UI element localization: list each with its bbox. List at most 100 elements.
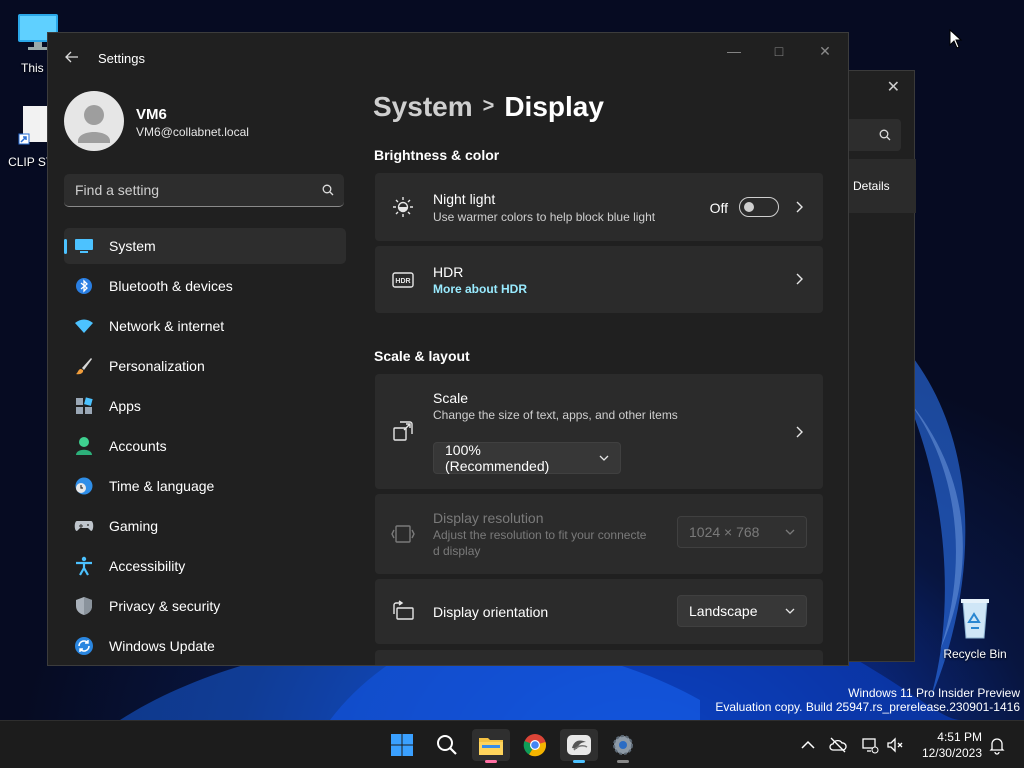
gamepad-icon (73, 515, 95, 537)
night-light-icon (393, 197, 413, 217)
clock-time: 4:51 PM (937, 730, 982, 744)
page-title: Display (504, 91, 604, 122)
orientation-title: Display orientation (433, 604, 549, 620)
mouse-cursor-icon (949, 29, 963, 49)
avatar[interactable] (64, 91, 124, 151)
sidebar-item-gaming[interactable]: Gaming (64, 508, 346, 544)
hdr-icon: HDR (392, 272, 414, 288)
night-light-state: Off (709, 200, 728, 216)
scale-subtitle: Change the size of text, apps, and other… (433, 408, 678, 422)
file-explorer-icon[interactable] (472, 729, 510, 763)
watermark-line1: Windows 11 Pro Insider Preview (848, 686, 1020, 700)
sidebar-item-label: Time & language (109, 478, 215, 494)
sidebar-item-label: Windows Update (109, 638, 215, 654)
scale-icon (393, 421, 413, 441)
sidebar-item-label: Privacy & security (109, 598, 221, 614)
chevron-down-icon (774, 606, 806, 616)
sidebar-item-time-language[interactable]: Time & language (64, 468, 346, 504)
sidebar-item-bluetooth[interactable]: Bluetooth & devices (64, 268, 346, 304)
svg-text:HDR: HDR (395, 278, 410, 285)
resolution-value: 1024 × 768 (689, 524, 760, 540)
resolution-subtitle-line1: Adjust the resolution to fit your connec… (433, 528, 647, 542)
person-avatar-icon (78, 105, 110, 143)
background-search-box[interactable] (841, 119, 901, 151)
window-title: Settings (98, 51, 145, 66)
hdr-card[interactable]: HDR HDR More about HDR (375, 246, 823, 313)
watermark-line2: Evaluation copy. Build 25947.rs_prerelea… (715, 700, 1020, 714)
close-icon[interactable]: ✕ (887, 77, 900, 97)
running-indicator (573, 760, 585, 763)
system-monitor-icon (73, 235, 95, 257)
user-name: VM6 (136, 106, 167, 123)
scale-card[interactable]: Scale Change the size of text, apps, and… (375, 374, 823, 489)
clock[interactable]: 4:51 PM 12/30/2023 (922, 729, 982, 761)
sidebar-item-system[interactable]: System (64, 228, 346, 264)
minimize-icon[interactable]: — (724, 43, 744, 63)
resolution-icon (391, 525, 415, 543)
close-icon[interactable]: ✕ (815, 43, 835, 63)
night-light-subtitle: Use warmer colors to help block blue lig… (433, 210, 656, 224)
sidebar-item-label: Accessibility (109, 558, 186, 574)
sidebar-item-windows-update[interactable]: Windows Update (64, 628, 346, 664)
chevron-down-icon (588, 453, 620, 463)
network-offline-icon[interactable] (860, 735, 880, 755)
sidebar-item-apps[interactable]: Apps (64, 388, 346, 424)
next-setting-card[interactable] (375, 650, 823, 665)
sidebar-item-accessibility[interactable]: Accessibility (64, 548, 346, 584)
section-heading-brightness: Brightness & color (374, 147, 500, 163)
search-icon (879, 129, 891, 141)
snipping-app-icon[interactable] (560, 729, 598, 763)
sidebar-item-accounts[interactable]: Accounts (64, 428, 346, 464)
sidebar-item-privacy-security[interactable]: Privacy & security (64, 588, 346, 624)
settings-search-box (64, 174, 344, 207)
breadcrumb-parent[interactable]: System (373, 91, 473, 122)
night-light-card[interactable]: Night light Use warmer colors to help bl… (375, 173, 823, 241)
chevron-right-icon (796, 201, 803, 213)
bluetooth-icon (73, 275, 95, 297)
update-icon (73, 635, 95, 657)
search-icon (322, 184, 334, 196)
cloud-offline-icon[interactable] (828, 735, 848, 755)
resolution-subtitle-line2: d display (433, 544, 481, 558)
chrome-icon[interactable] (516, 729, 554, 761)
sidebar-item-label: Apps (109, 398, 141, 414)
desktop-icon-recycle-bin[interactable]: Recycle Bin (940, 596, 1010, 661)
sidebar-item-label: Personalization (109, 358, 205, 374)
speaker-muted-icon[interactable] (885, 735, 905, 755)
display-orientation-card[interactable]: Display orientation Landscape (375, 579, 823, 644)
clock-date: 12/30/2023 (921, 746, 982, 760)
display-resolution-card: Display resolution Adjust the resolution… (375, 494, 823, 574)
resolution-title: Display resolution (433, 510, 544, 526)
sidebar-item-personalization[interactable]: Personalization (64, 348, 346, 384)
sidebar-nav: System Bluetooth & devices Network & int… (64, 228, 346, 665)
user-email: VM6@collabnet.local (136, 125, 249, 139)
desktop-icon-label: Recycle Bin (943, 647, 1007, 661)
accessibility-icon (73, 555, 95, 577)
scale-dropdown[interactable]: 100% (Recommended) (433, 442, 621, 474)
sidebar-item-network[interactable]: Network & internet (64, 308, 346, 344)
person-icon (73, 435, 95, 457)
night-light-toggle[interactable] (739, 197, 779, 217)
start-icon[interactable] (383, 729, 421, 761)
chevron-down-icon (774, 527, 806, 537)
hdr-link[interactable]: More about HDR (433, 282, 527, 296)
title-bar: Settings — □ ✕ (48, 33, 848, 81)
search-input[interactable] (64, 174, 314, 206)
search-icon[interactable] (428, 729, 466, 761)
back-arrow-icon[interactable] (64, 49, 80, 65)
settings-window: Settings — □ ✕ VM6 VM6@collabnet.local S… (47, 32, 849, 666)
chevron-up-icon[interactable] (798, 735, 818, 755)
orientation-dropdown[interactable]: Landscape (677, 595, 807, 627)
notification-bell-icon[interactable] (987, 735, 1007, 755)
details-label[interactable]: Details (853, 179, 890, 193)
apps-icon (73, 395, 95, 417)
globe-clock-icon (73, 475, 95, 497)
taskbar: 4:51 PM 12/30/2023 (0, 720, 1024, 768)
running-indicator (485, 760, 497, 763)
sidebar-item-label: Bluetooth & devices (109, 278, 233, 294)
orientation-icon (393, 600, 414, 620)
orientation-value: Landscape (689, 603, 758, 619)
sidebar-item-label: Accounts (109, 438, 167, 454)
maximize-icon[interactable]: □ (769, 43, 789, 63)
settings-gear-icon[interactable] (604, 729, 642, 763)
